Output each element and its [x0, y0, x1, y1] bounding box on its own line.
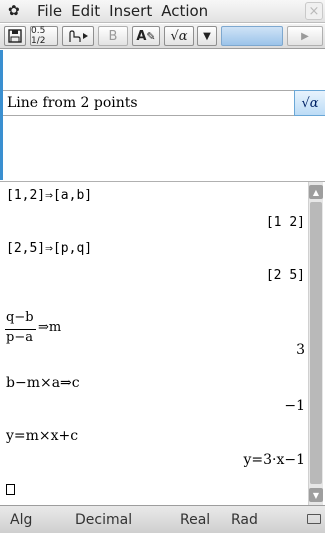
- hand-pointer-icon: [69, 30, 88, 42]
- history-area: [1,2]⇒[a,b] [1 2] [2,5]⇒[p,q] [2 5] q−b …: [0, 181, 325, 505]
- menu-action[interactable]: Action: [161, 2, 208, 20]
- variable-label: A: [136, 28, 147, 44]
- history-output-5: y=3·x−1: [243, 452, 305, 468]
- status-alg[interactable]: Alg: [10, 512, 32, 528]
- pencil-icon: ✎: [146, 29, 156, 43]
- fraction-decimal-label: 0.5 1/2: [31, 26, 46, 46]
- input-text[interactable]: Line from 2 points: [7, 95, 138, 111]
- menu-bar: ✿ File Edit Insert Action ×: [0, 0, 325, 23]
- fraction-decimal-button[interactable]: 0.5 1/2: [30, 26, 58, 46]
- history-output-4: −1: [284, 398, 305, 414]
- toolbar: 0.5 1/2 B A ✎ √α ▼ ▶: [0, 24, 325, 49]
- triangle-down-icon: ▼: [203, 30, 211, 42]
- sqrt-key[interactable]: √α: [294, 90, 325, 116]
- scroll-up-button[interactable]: ▲: [309, 185, 323, 199]
- history-input-5[interactable]: y=m×x+c: [6, 428, 78, 444]
- scroll-down-button[interactable]: ▼: [309, 488, 323, 502]
- status-decimal[interactable]: Decimal: [75, 512, 132, 528]
- status-bar: Alg Decimal Real Rad: [0, 505, 325, 533]
- bold-button[interactable]: B: [98, 26, 128, 46]
- bold-label: B: [108, 28, 118, 44]
- history-input-1[interactable]: [1,2]⇒[a,b]: [6, 188, 92, 203]
- history-output-3: 3: [296, 342, 305, 358]
- history-output-2: [2 5]: [265, 268, 305, 283]
- history-input-4[interactable]: b−m×a⇒c: [6, 375, 80, 391]
- battery-icon: [307, 514, 321, 524]
- close-button[interactable]: ×: [305, 2, 323, 20]
- toolbar-blank-area: [221, 26, 283, 46]
- menu-edit[interactable]: Edit: [71, 2, 100, 20]
- fraction-numerator: q−b: [6, 310, 34, 325]
- fraction-denominator: p−a: [6, 330, 33, 345]
- empty-input-cursor[interactable]: [6, 484, 15, 495]
- sqrt-button[interactable]: √α: [164, 26, 194, 46]
- stylus-button[interactable]: [62, 26, 94, 46]
- template-area: Line from 2 points √α: [0, 50, 325, 180]
- sqrt-label: √α: [170, 28, 188, 44]
- scroll-thumb[interactable]: [310, 202, 322, 484]
- play-icon: ▶: [301, 30, 309, 42]
- menu-insert[interactable]: Insert: [109, 2, 152, 20]
- next-button[interactable]: ▶: [287, 26, 323, 46]
- history-input-2[interactable]: [2,5]⇒[p,q]: [6, 241, 92, 256]
- history-output-1: [1 2]: [265, 215, 305, 230]
- status-real[interactable]: Real: [180, 512, 210, 528]
- gear-icon[interactable]: ✿: [8, 3, 28, 19]
- history-input-3[interactable]: q−b p−a ⇒m: [5, 310, 61, 350]
- assign-m: ⇒m: [38, 320, 62, 335]
- variable-button[interactable]: A ✎: [132, 26, 160, 46]
- dropdown-button[interactable]: ▼: [197, 26, 217, 46]
- menu-file[interactable]: File: [37, 2, 62, 20]
- scrollbar[interactable]: ▲ ▼: [308, 182, 323, 505]
- status-rad[interactable]: Rad: [231, 512, 258, 528]
- floppy-icon: [8, 29, 22, 43]
- save-button[interactable]: [4, 26, 26, 46]
- input-line[interactable]: Line from 2 points √α: [3, 90, 325, 116]
